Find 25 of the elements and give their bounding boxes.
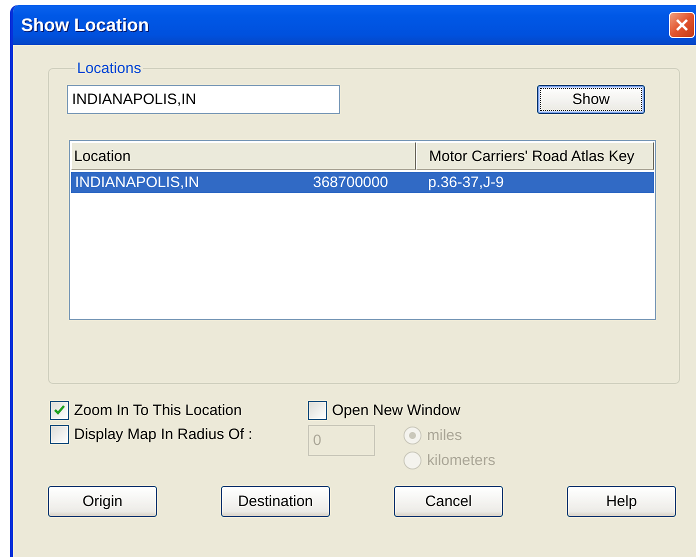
column-header[interactable]: Location — [71, 142, 416, 170]
location-field[interactable]: INDIANAPOLIS,IN — [67, 85, 340, 114]
window-title: Show Location — [21, 14, 149, 36]
dialog-button[interactable]: Origin — [48, 486, 157, 517]
show-button[interactable]: Show — [537, 85, 645, 114]
checkbox-label: Open New Window — [332, 402, 460, 419]
column-header[interactable]: Motor Carriers' Road Atlas Key — [416, 142, 654, 170]
checkbox-label: Zoom In To This Location — [74, 402, 242, 419]
checkbox[interactable] — [308, 401, 327, 420]
checkbox-label: Display Map In Radius Of : — [74, 426, 252, 443]
checkbox[interactable] — [50, 425, 69, 444]
check-icon — [53, 404, 66, 417]
dialog-button[interactable]: Help — [567, 486, 676, 517]
radio-label: kilometers — [427, 452, 496, 469]
list-cell-text: INDIANAPOLIS,IN — [75, 174, 200, 191]
dialog-button[interactable]: Cancel — [394, 486, 503, 517]
list-cell-text: 368700000 — [313, 174, 390, 191]
list-row[interactable]: INDIANAPOLIS,IN 368700000 p.36-37,J-9 — [71, 172, 654, 193]
close-button[interactable] — [669, 12, 695, 38]
close-icon — [674, 17, 690, 33]
list-cell-text: p.36-37,J-9 — [427, 174, 505, 191]
group-title: Locations — [76, 60, 142, 77]
radio-label: miles — [427, 427, 462, 444]
checkbox[interactable] — [50, 401, 69, 420]
dialog-button[interactable]: Destination — [221, 486, 330, 517]
